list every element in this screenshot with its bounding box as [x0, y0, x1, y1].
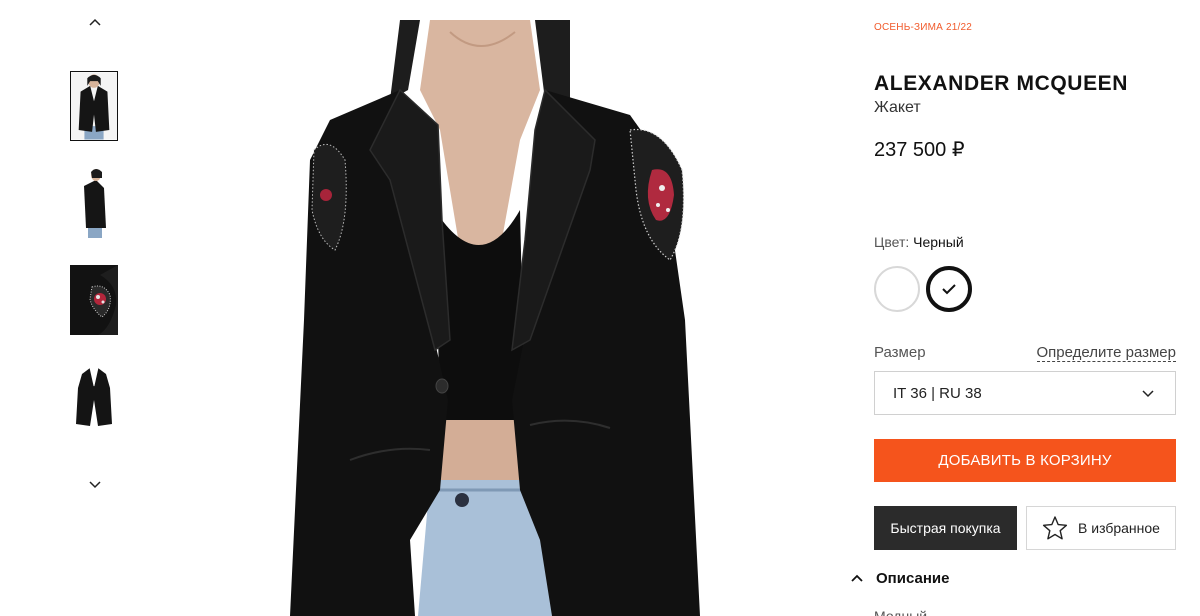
product-price: 237 500 ₽ [874, 139, 965, 161]
main-product-image[interactable] [290, 20, 700, 616]
color-row: Цвет: Черный [874, 234, 964, 250]
chevron-up-icon[interactable] [85, 12, 105, 32]
size-select[interactable]: IT 36 | RU 38 [874, 371, 1176, 415]
size-select-value: IT 36 | RU 38 [893, 384, 982, 402]
color-swatch-white[interactable] [874, 266, 920, 312]
check-icon [942, 284, 956, 295]
chevron-up-icon [851, 574, 863, 582]
star-icon [1042, 516, 1068, 540]
season-label: ОСЕНЬ-ЗИМА 21/22 [874, 22, 973, 33]
product-type: Жакет [874, 99, 921, 116]
color-value: Черный [913, 234, 964, 250]
thumbnail-shoulder-detail[interactable] [70, 265, 118, 335]
size-guide-link[interactable]: Определите размер [1036, 344, 1176, 362]
chevron-down-icon [1142, 390, 1154, 398]
wishlist-button[interactable]: В избранное [1026, 506, 1176, 550]
size-label: Размер [874, 344, 926, 361]
quick-buy-button[interactable]: Быстрая покупка [874, 506, 1017, 550]
color-swatch-black[interactable] [926, 266, 972, 312]
brand-name[interactable]: ALEXANDER MCQUEEN [874, 72, 1128, 96]
description-toggle[interactable]: Описание [850, 570, 949, 587]
description-text: Модный [874, 608, 928, 616]
color-label: Цвет: [874, 234, 910, 250]
thumbnail-side-view[interactable] [70, 168, 118, 238]
thumbnail-front-view[interactable] [70, 71, 118, 141]
description-title: Описание [876, 570, 950, 587]
chevron-down-icon[interactable] [85, 474, 105, 494]
wishlist-label: В избранное [1078, 520, 1160, 536]
add-to-cart-button[interactable]: ДОБАВИТЬ В КОРЗИНУ [874, 439, 1176, 482]
thumbnail-rail [60, 0, 130, 616]
thumbnail-flat-lay[interactable] [70, 362, 118, 432]
